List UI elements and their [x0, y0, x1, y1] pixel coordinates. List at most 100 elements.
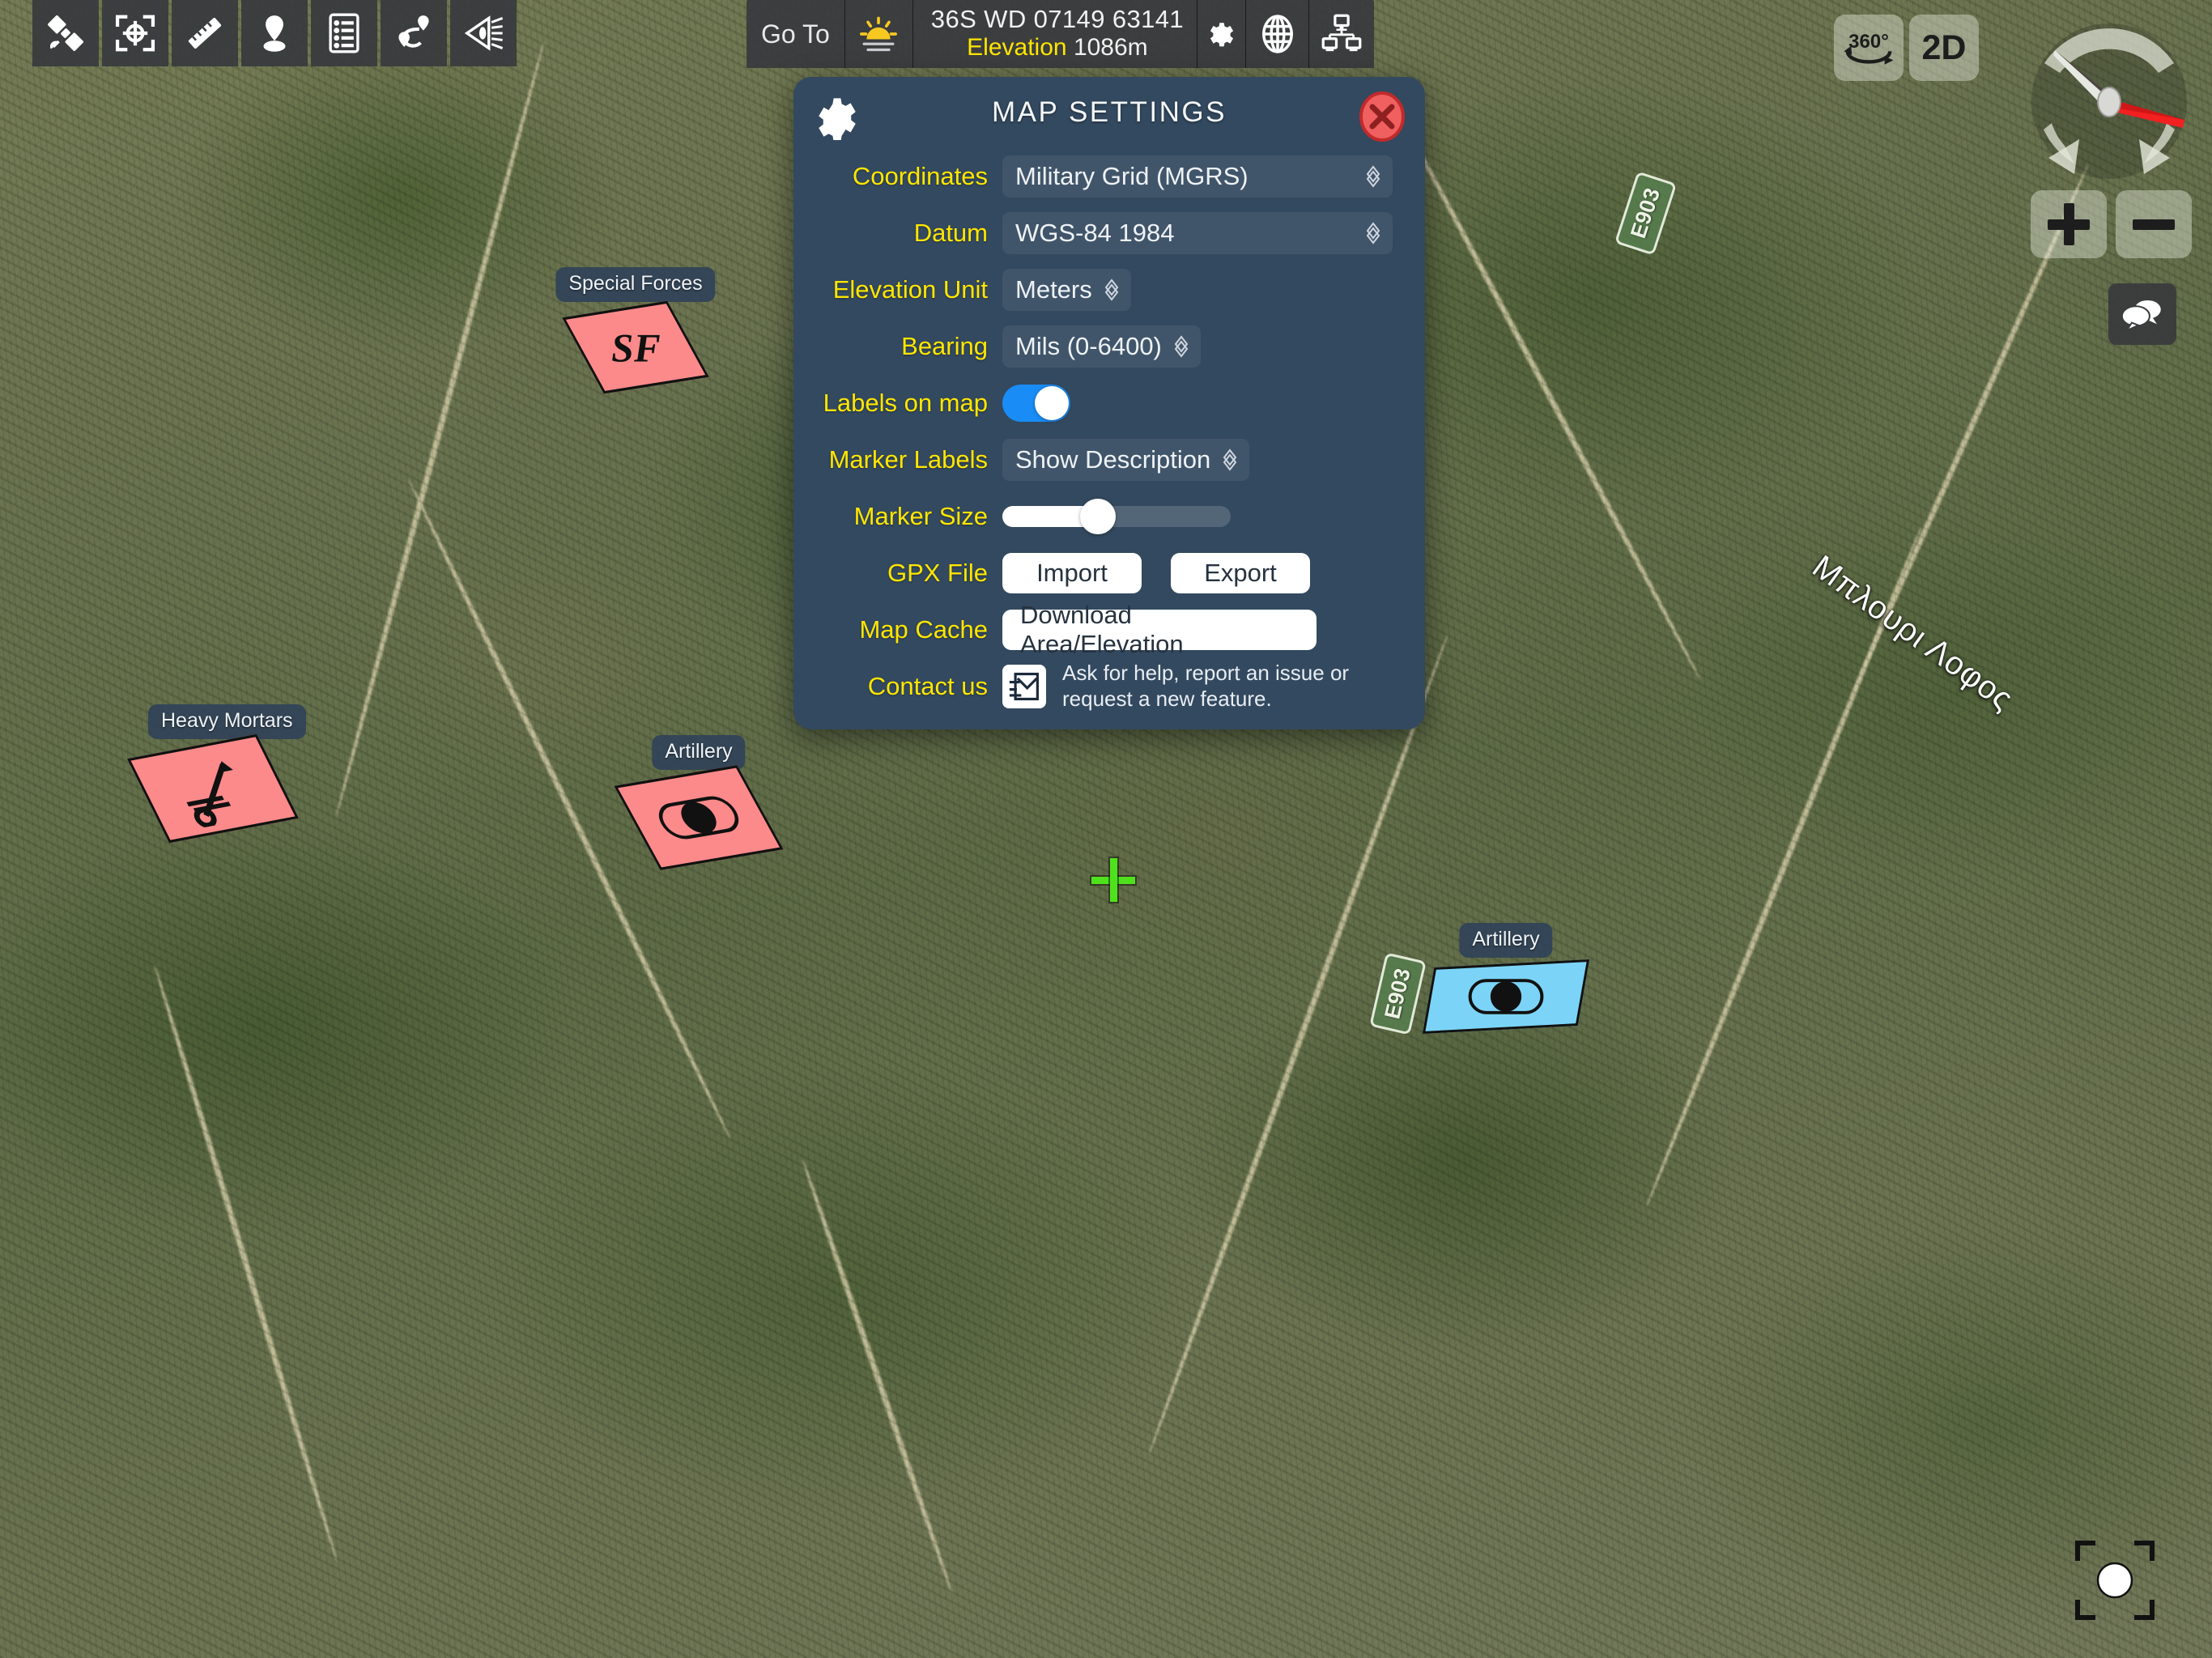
row-contact-us: Contact us Ask for help, report an issue… — [793, 658, 1425, 715]
elevation-unit-value: Meters — [1015, 275, 1092, 304]
row-marker-labels: Marker Labels Show Description — [793, 432, 1425, 488]
mail-icon — [1009, 672, 1039, 701]
marker-labels-select[interactable]: Show Description — [1002, 439, 1250, 481]
coordinates-select[interactable]: Military Grid (MGRS) — [1002, 155, 1393, 198]
zoom-out-button[interactable] — [2116, 190, 2192, 258]
target-icon-button[interactable] — [102, 0, 168, 66]
artillery-icon — [1468, 979, 1544, 1014]
focus-frame-button[interactable] — [2073, 1538, 2157, 1622]
contact-us-description: Ask for help, report an issue or request… — [1062, 661, 1350, 711]
row-bearing: Bearing Mils (0-6400) — [793, 318, 1425, 375]
dialog-header: MAP SETTINGS — [793, 77, 1425, 148]
elevation-readout: Elevation 1086m — [967, 34, 1148, 62]
map-cache-label: Map Cache — [859, 615, 988, 644]
slider-thumb[interactable] — [1080, 499, 1117, 534]
bearing-label: Bearing — [901, 332, 988, 360]
coordinate-readout[interactable]: 36S WD 07149 63141 Elevation 1086m — [913, 0, 1198, 68]
svg-text:360°: 360° — [1848, 31, 1889, 53]
sunrise-icon — [860, 16, 898, 52]
road-path — [333, 40, 547, 818]
contact-us-label: Contact us — [867, 672, 988, 700]
toggle-knob — [1035, 386, 1069, 420]
artillery-icon — [651, 793, 747, 842]
chevron-updown-icon — [1174, 335, 1189, 358]
map-marker-artillery-hostile[interactable]: Artillery — [614, 735, 784, 870]
export-button[interactable]: Export — [1171, 553, 1310, 593]
symbol-text: SF — [610, 325, 661, 370]
road-path — [151, 963, 340, 1562]
chevron-updown-icon — [1366, 165, 1380, 188]
marker-label: Artillery — [652, 735, 746, 770]
marker-labels-label: Marker Labels — [828, 445, 988, 474]
list-icon — [329, 13, 359, 53]
view-cone-icon — [464, 15, 504, 51]
map-pin-icon — [263, 15, 286, 52]
marker-size-label: Marker Size — [853, 502, 988, 530]
elevation-unit-label: Elevation Unit — [832, 275, 988, 304]
elevation-value: 1086m — [1073, 33, 1148, 61]
download-area-elevation-button[interactable]: Download Area/Elevation — [1002, 601, 1317, 658]
network-icon-button[interactable] — [1309, 0, 1374, 68]
globe-icon — [1261, 15, 1293, 53]
labels-on-map-toggle[interactable] — [1002, 385, 1070, 422]
chat-bubbles-icon — [2121, 300, 2161, 331]
map-settings-dialog: MAP SETTINGS Coordinates Military Grid (… — [793, 77, 1425, 729]
route-icon-button[interactable] — [381, 0, 447, 66]
zoom-in-button[interactable] — [2031, 190, 2107, 258]
coordinates-value: Military Grid (MGRS) — [1015, 162, 1249, 190]
marker-label: Heavy Mortars — [148, 704, 306, 739]
globe-icon-button[interactable] — [1246, 0, 1310, 68]
hostile-symbol-diamond — [614, 765, 784, 870]
row-marker-size: Marker Size — [793, 488, 1425, 545]
map-marker-heavy-mortars[interactable]: Heavy Mortars — [127, 704, 306, 844]
row-datum: Datum WGS-84 1984 — [793, 205, 1425, 261]
road-path — [799, 1158, 955, 1594]
artillery-dot — [674, 799, 723, 836]
rotate-360-button[interactable]: 360° — [1834, 15, 1904, 81]
mail-icon-button[interactable] — [1002, 665, 1046, 708]
dialog-title: MAP SETTINGS — [992, 96, 1227, 128]
left-toolbar — [32, 0, 517, 66]
datum-select[interactable]: WGS-84 1984 — [1002, 212, 1393, 254]
focus-frame-icon — [2075, 1541, 2155, 1620]
marker-label: Artillery — [1459, 923, 1553, 958]
hostile-symbol-diamond — [127, 733, 299, 844]
mortar-icon — [186, 761, 233, 828]
chat-bubbles-button[interactable] — [2108, 283, 2176, 345]
sunrise-icon-button[interactable] — [845, 0, 913, 68]
datum-value: WGS-84 1984 — [1015, 219, 1175, 247]
row-coordinates: Coordinates Military Grid (MGRS) — [793, 148, 1425, 205]
hostile-symbol-diamond: SF — [562, 300, 709, 394]
satellite-icon-button[interactable] — [32, 0, 99, 66]
chevron-updown-icon — [1223, 449, 1237, 471]
map-pin-icon-button[interactable] — [241, 0, 308, 66]
rotate-360-icon: 360° — [1844, 31, 1894, 65]
settings-gear-button[interactable] — [1197, 0, 1247, 68]
2d-toggle-button[interactable]: 2D — [1909, 15, 1979, 81]
road-path — [1146, 633, 1451, 1456]
go-to-button[interactable]: Go To — [747, 0, 845, 68]
import-button[interactable]: Import — [1002, 553, 1142, 593]
datum-label: Datum — [913, 219, 988, 247]
ruler-icon-button[interactable] — [172, 0, 238, 66]
friendly-symbol-rectangle — [1422, 959, 1590, 1034]
top-status-bar: Go To 36S WD 07149 63141 Elevation 1086m — [747, 0, 1375, 68]
elevation-unit-select[interactable]: Meters — [1002, 269, 1131, 311]
list-icon-button[interactable] — [311, 0, 377, 66]
close-icon[interactable] — [1359, 91, 1406, 142]
gpx-file-label: GPX File — [887, 559, 988, 587]
marker-labels-value: Show Description — [1015, 445, 1211, 474]
marker-size-slider[interactable] — [1002, 499, 1231, 534]
row-labels-on-map: Labels on map — [793, 375, 1425, 432]
map-marker-artillery-friendly[interactable]: Artillery — [1422, 923, 1590, 1034]
minus-icon — [2133, 203, 2175, 245]
bearing-value: Mils (0-6400) — [1015, 332, 1162, 360]
compass-rose-icon[interactable] — [2016, 8, 2202, 194]
bearing-select[interactable]: Mils (0-6400) — [1002, 325, 1201, 368]
map-marker-special-forces[interactable]: Special Forces SF — [555, 267, 716, 394]
road-path — [1379, 79, 1704, 682]
labels-on-map-label: Labels on map — [823, 389, 988, 417]
view-cone-icon-button[interactable] — [450, 0, 517, 66]
crosshair-icon — [1091, 858, 1135, 902]
chevron-updown-icon — [1366, 222, 1380, 244]
